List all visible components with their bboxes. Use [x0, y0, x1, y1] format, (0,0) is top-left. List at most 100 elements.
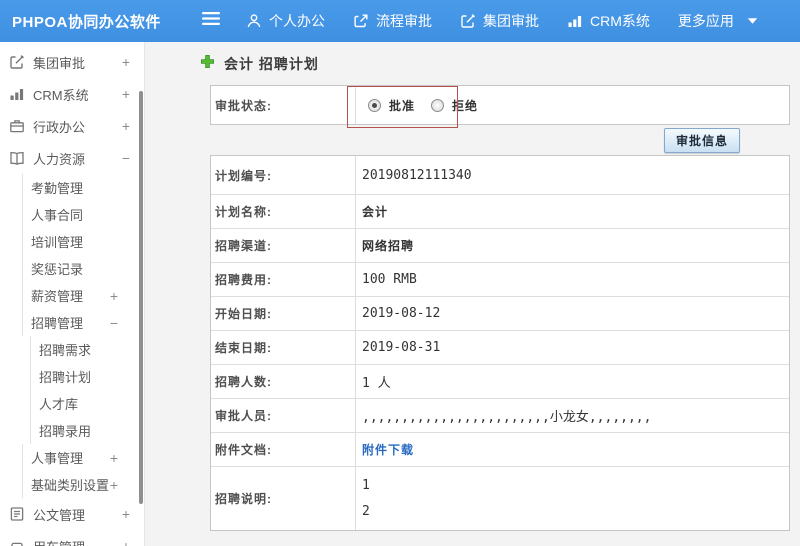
table-row: 计划编号: 20190812111340	[211, 156, 789, 194]
sidebar-scrollbar-thumb[interactable]	[139, 91, 143, 504]
user-icon	[246, 13, 262, 29]
sidebar-item-label: 招聘管理	[31, 316, 84, 331]
row-label: 招聘人数:	[211, 365, 356, 398]
table-row: 招聘费用: 100 RMB	[211, 262, 789, 296]
row-value: 2019-08-12	[362, 306, 441, 321]
expand-icon[interactable]: +	[122, 539, 130, 546]
nav-item-1[interactable]: 个人办公	[246, 11, 325, 31]
table-row: 招聘渠道: 网络招聘	[211, 228, 789, 262]
sidebar-item-14[interactable]: 招聘录用	[30, 417, 144, 444]
sidebar-item-2[interactable]: CRM系统 +	[0, 78, 144, 110]
sidebar-item-17[interactable]: 公文管理 +	[0, 498, 144, 530]
expand-icon[interactable]: +	[110, 289, 118, 303]
row-label: 结束日期:	[211, 331, 356, 364]
sidebar-item-3[interactable]: 行政办公 +	[0, 110, 144, 142]
row-value: 2019-08-31	[362, 340, 441, 355]
approve-label: 批准	[389, 98, 416, 113]
sidebar-item-label: 人事合同	[31, 208, 84, 223]
radio-reject[interactable]	[431, 98, 445, 112]
sidebar-item-label: 招聘计划	[39, 370, 92, 385]
status-label: 审批状态:	[211, 86, 356, 124]
sidebar-item-8[interactable]: 奖惩记录	[22, 255, 144, 282]
collapse-icon[interactable]: −	[122, 151, 130, 165]
nav-item-5[interactable]: 更多应用	[678, 11, 758, 31]
add-icon	[200, 54, 215, 74]
expand-icon[interactable]: +	[110, 451, 118, 465]
sidebar-item-1[interactable]: 集团审批 +	[0, 46, 144, 78]
book-icon	[9, 150, 25, 166]
table-row: 招聘人数: 1 人	[211, 364, 789, 398]
edit-icon	[9, 54, 25, 70]
sidebar-item-5[interactable]: 考勤管理	[22, 174, 144, 201]
sidebar-item-label: 奖惩记录	[31, 262, 84, 277]
main-content: 会计 招聘计划 审批状态: 批准 拒绝 审批信息 计划编号: 201908121…	[145, 42, 800, 546]
expand-icon[interactable]: +	[122, 507, 130, 521]
collapse-icon[interactable]: −	[110, 316, 118, 330]
button-bar: 审批信息	[210, 125, 790, 155]
sidebar: 集团审批 + CRM系统 + 行政办公 + 人力资源 − 考勤管理人事合同培训管理奖惩记录薪资管…	[0, 42, 145, 546]
row-value: 100 RMB	[362, 272, 417, 287]
nav-item-label: CRM系统	[590, 13, 650, 29]
sidebar-item-15[interactable]: 人事管理 +	[22, 444, 144, 471]
sidebar-item-10[interactable]: 招聘管理 −	[22, 309, 144, 336]
row-value: 20190812111340	[362, 167, 472, 183]
edit-icon	[460, 13, 476, 29]
sidebar-item-11[interactable]: 招聘需求	[30, 336, 144, 363]
row-label: 招聘费用:	[211, 263, 356, 296]
table-row: 招聘说明: 1 2	[211, 466, 789, 530]
expand-icon[interactable]: +	[110, 478, 118, 492]
sidebar-item-label: 用车管理	[33, 537, 85, 546]
sidebar-item-9[interactable]: 薪资管理 +	[22, 282, 144, 309]
sidebar-item-4[interactable]: 人力资源 −	[0, 142, 144, 174]
sidebar-item-label: 公文管理	[33, 507, 86, 523]
main-nav: 个人办公 流程审批 集团审批 CRM系统 更多应用	[246, 11, 758, 31]
row-value-multiline: 12	[356, 467, 789, 530]
row-value: 网络招聘	[362, 239, 415, 253]
doc-icon	[9, 506, 25, 522]
table-row: 审批人员: ,,,,,,,,,,,,,,,,,,,,,,,,小龙女,,,,,,,,	[211, 398, 789, 432]
row-label: 招聘渠道:	[211, 229, 356, 262]
approve-option[interactable]: 批准	[368, 97, 415, 114]
sidebar-item-13[interactable]: 人才库	[30, 390, 144, 417]
row-value: 1 人	[362, 376, 391, 391]
sidebar-item-label: 人事管理	[31, 451, 84, 466]
nav-item-2[interactable]: 流程审批	[353, 11, 432, 31]
expand-icon[interactable]: +	[122, 55, 130, 69]
sidebar-item-label: 招聘录用	[39, 424, 92, 439]
table-row: 附件文档: 附件下载	[211, 432, 789, 466]
sidebar-item-label: 考勤管理	[31, 181, 84, 196]
nav-item-3[interactable]: 集团审批	[460, 11, 539, 31]
nav-item-4[interactable]: CRM系统	[567, 11, 650, 31]
expand-icon[interactable]: +	[122, 87, 130, 101]
radio-approve[interactable]	[368, 98, 381, 112]
attachment-download-link[interactable]: 附件下载	[362, 441, 414, 458]
row-label: 附件文档:	[211, 433, 356, 466]
car-icon	[9, 538, 25, 546]
row-label: 开始日期:	[211, 297, 356, 330]
row-label: 计划编号:	[211, 156, 356, 194]
row-value: 会计	[362, 205, 389, 219]
sidebar-item-label: 行政办公	[33, 119, 86, 135]
sidebar-item-7[interactable]: 培训管理	[22, 228, 144, 255]
reject-option[interactable]: 拒绝	[431, 97, 478, 114]
sidebar-item-18[interactable]: 用车管理 +	[0, 530, 144, 546]
row-label: 招聘说明:	[211, 467, 356, 530]
sidebar-item-label: 集团审批	[33, 55, 86, 71]
hamburger-icon	[202, 11, 220, 31]
nav-item-label: 集团审批	[483, 13, 539, 29]
status-row: 审批状态: 批准 拒绝	[211, 86, 789, 124]
detail-table: 计划编号: 20190812111340 计划名称: 会计 招聘渠道: 网络招聘 招聘费用:…	[210, 155, 790, 531]
briefcase-icon	[9, 118, 25, 134]
expand-icon[interactable]: +	[122, 119, 130, 133]
chart-icon	[9, 86, 25, 102]
row-label: 审批人员:	[211, 399, 356, 432]
approval-info-button[interactable]: 审批信息	[663, 127, 740, 153]
menu-toggle[interactable]	[202, 11, 220, 31]
caret-down-icon	[747, 17, 758, 25]
sidebar-item-6[interactable]: 人事合同	[22, 201, 144, 228]
sidebar-item-16[interactable]: 基础类别设置 +	[22, 471, 144, 498]
sidebar-item-label: CRM系统	[33, 87, 89, 103]
sidebar-item-12[interactable]: 招聘计划	[30, 363, 144, 390]
flow-icon	[353, 13, 369, 29]
sidebar-item-label: 招聘需求	[39, 343, 92, 358]
